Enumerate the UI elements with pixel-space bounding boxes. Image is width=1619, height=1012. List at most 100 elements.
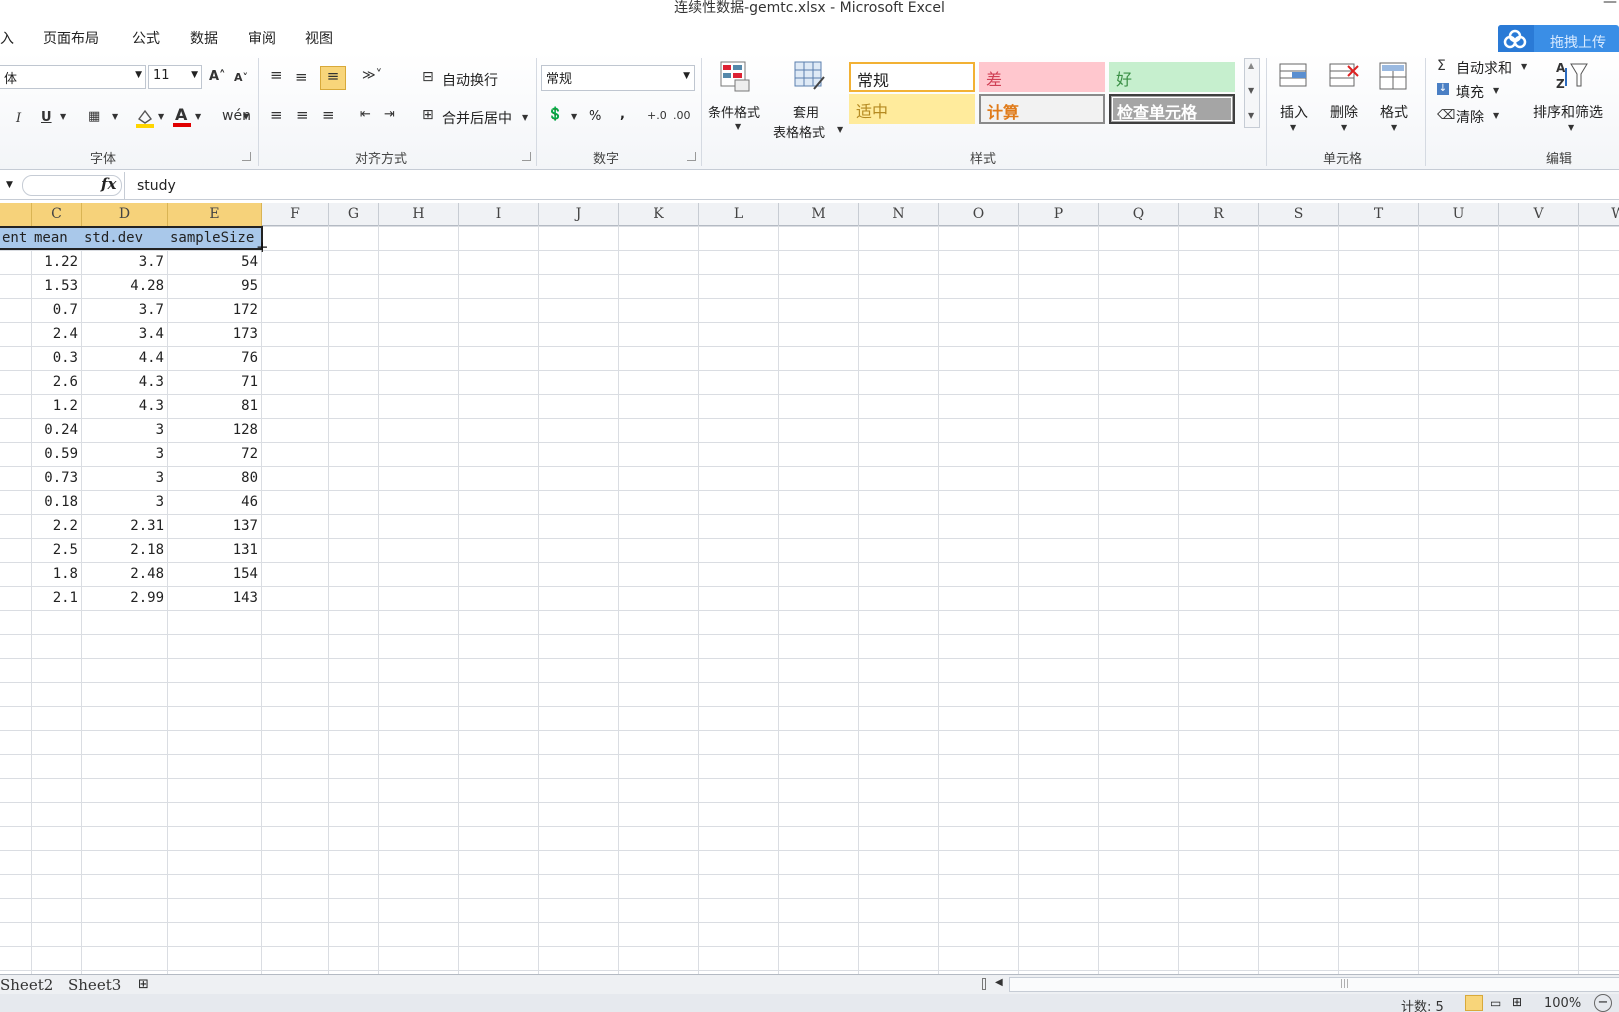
grow-font-icon[interactable]: A˄ [209,69,226,84]
table-cell[interactable]: 0.59 [32,442,82,466]
table-format-label-2[interactable]: 表格格式 [773,122,825,141]
column-header-k[interactable]: K [619,203,699,226]
chevron-down-icon[interactable]: ▼ [1391,123,1397,132]
dialog-launcher-icon[interactable] [522,152,531,161]
table-cell[interactable]: 0.24 [32,418,82,442]
scroll-split-handle[interactable] [982,978,986,990]
table-cell[interactable]: 128 [168,418,262,442]
column-header-partial[interactable] [0,203,32,226]
new-sheet-icon[interactable]: ⊞ [138,977,149,992]
column-header-d[interactable]: D [82,203,168,226]
table-cell[interactable]: 172 [168,298,262,322]
wrap-text-button[interactable]: 自动换行 [442,70,498,90]
tab-page-layout[interactable]: 页面布局 [43,28,99,48]
column-header-w[interactable]: W [1579,203,1619,226]
font-size-box[interactable]: 11 ▼ [148,65,202,89]
table-cell[interactable]: 4.4 [82,346,168,370]
dialog-launcher-icon[interactable] [687,152,696,161]
table-cell[interactable]: 2.48 [82,562,168,586]
minimize-button[interactable]: — [1603,0,1617,10]
table-cell[interactable]: 0.3 [32,346,82,370]
table-cell[interactable]: 4.3 [82,394,168,418]
table-cell[interactable]: 3.7 [82,298,168,322]
chevron-down-icon[interactable]: ▼ [1568,123,1574,132]
table-cell[interactable]: 1.8 [32,562,82,586]
tab-review[interactable]: 审阅 [248,28,276,48]
style-good[interactable]: 好 [1109,62,1235,92]
fill-button[interactable]: 填充 [1456,82,1484,102]
table-cell[interactable]: 72 [168,442,262,466]
table-cell[interactable]: 3 [82,418,168,442]
merge-center-button[interactable]: 合并后居中 [442,108,512,128]
table-cell[interactable]: 2.99 [82,586,168,610]
delete-button[interactable]: 删除 [1330,102,1358,122]
format-cells-icon[interactable] [1378,60,1410,96]
chevron-down-icon[interactable]: ▼ [1341,123,1347,132]
style-normal[interactable]: 常规 [849,62,975,92]
table-format-icon[interactable] [792,59,826,97]
table-cell[interactable]: 0.73 [32,466,82,490]
name-box-dropdown-icon[interactable]: ▼ [6,180,13,190]
table-cell[interactable]: 76 [168,346,262,370]
column-header-q[interactable]: Q [1099,203,1179,226]
insert-cells-icon[interactable] [1278,60,1310,96]
orientation-icon[interactable]: ≫˅ [362,68,382,83]
table-cell[interactable]: 2.5 [32,538,82,562]
table-cell[interactable]: 0.7 [32,298,82,322]
table-cell[interactable]: 54 [168,250,262,274]
border-icon[interactable]: ▦ [88,109,100,124]
table-cell[interactable]: 2.2 [32,514,82,538]
italic-icon[interactable]: I [16,111,21,126]
gallery-scrollbar[interactable]: ▲ ▼ ▼ [1244,58,1260,128]
page-layout-view-icon[interactable]: ▭ [1490,996,1501,1010]
scroll-down-icon[interactable]: ▼ [1248,86,1254,95]
sort-filter-button[interactable]: 排序和筛选 [1533,102,1603,122]
table-cell[interactable]: 2.1 [32,586,82,610]
chevron-down-icon[interactable]: ▼ [112,112,118,121]
autosum-icon[interactable]: Σ [1437,58,1446,74]
zoom-out-icon[interactable]: − [1594,994,1612,1012]
number-format-box[interactable]: 常规 ▼ [541,65,695,91]
align-center-icon[interactable]: ≡ [296,106,309,124]
align-top-icon[interactable]: ≡ [270,66,283,84]
style-bad[interactable]: 差 [979,62,1105,92]
conditional-format-button[interactable]: 条件格式 [708,102,760,121]
sheet-tab-sheet3[interactable]: Sheet3 [68,976,121,994]
chevron-down-icon[interactable]: ▼ [243,112,249,121]
table-cell[interactable]: 0.18 [32,490,82,514]
column-header-e[interactable]: E [168,203,262,226]
table-cell[interactable]: 3 [82,490,168,514]
column-header-v[interactable]: V [1499,203,1579,226]
align-right-icon[interactable]: ≡ [322,106,335,124]
table-cell[interactable]: 81 [168,394,262,418]
format-button[interactable]: 格式 [1380,102,1408,122]
eraser-icon[interactable]: ⌫ [1437,108,1455,123]
chevron-down-icon[interactable]: ▼ [1290,123,1296,132]
column-header-o[interactable]: O [939,203,1019,226]
chevron-down-icon[interactable]: ▼ [1521,62,1527,71]
chevron-down-icon[interactable]: ▼ [522,113,528,122]
autosum-button[interactable]: 自动求和 [1456,58,1512,78]
dialog-launcher-icon[interactable] [242,152,251,161]
column-header-i[interactable]: I [459,203,539,226]
style-neutral[interactable]: 适中 [849,94,975,124]
table-cell[interactable]: 3 [82,442,168,466]
table-cell[interactable]: 3 [82,466,168,490]
table-cell[interactable]: 3.4 [82,322,168,346]
chevron-down-icon[interactable]: ▼ [60,112,66,121]
table-cell[interactable]: 143 [168,586,262,610]
table-cell[interactable]: 1.53 [32,274,82,298]
sheet-tab-sheet2[interactable]: Sheet2 [0,976,53,994]
merge-center-icon[interactable]: ⊞ [422,107,434,123]
percent-button[interactable]: % [589,109,601,124]
column-header-r[interactable]: R [1179,203,1259,226]
table-format-label-1[interactable]: 套用 [793,102,819,121]
tab-insert[interactable]: 入 [0,28,14,48]
table-cell[interactable]: 2.6 [32,370,82,394]
table-cell[interactable]: 2.4 [32,322,82,346]
currency-icon[interactable]: 💲 [547,107,563,122]
conditional-format-icon[interactable] [718,59,752,97]
gallery-more-icon[interactable]: ▼ [1248,111,1254,120]
insert-function-icon[interactable]: fx [101,175,116,193]
underline-icon[interactable]: U [41,110,52,125]
